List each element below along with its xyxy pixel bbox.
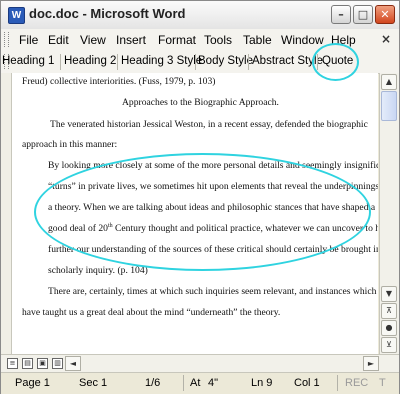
previous-page-icon[interactable]: ⊼ bbox=[381, 303, 397, 319]
vertical-scrollbar[interactable]: ▲ ▼ ⊼ ● ⊻ bbox=[379, 73, 399, 354]
menu-format[interactable]: Format bbox=[158, 33, 196, 47]
menu-window[interactable]: Window bbox=[281, 33, 324, 47]
status-section: Sec 1 bbox=[79, 377, 108, 389]
status-line: Ln 9 bbox=[251, 377, 273, 389]
normal-view-icon[interactable]: ≡ bbox=[7, 358, 18, 369]
doc-line: have taught us a great deal about the mi… bbox=[22, 307, 281, 318]
style-heading-2[interactable]: Heading 2 bbox=[64, 55, 116, 67]
status-page-of: 1/6 bbox=[145, 377, 161, 389]
status-rec[interactable]: REC bbox=[345, 377, 368, 389]
status-page: Page 1 bbox=[15, 377, 50, 389]
title-bar: W doc.doc - Microsoft Word – □ ✕ bbox=[1, 1, 399, 30]
style-heading-1[interactable]: Heading 1 bbox=[2, 55, 54, 67]
quote-text: good deal of 20 bbox=[48, 223, 108, 235]
status-trk[interactable]: T bbox=[379, 377, 386, 389]
select-browse-object-icon[interactable]: ● bbox=[381, 320, 397, 336]
menu-view[interactable]: View bbox=[80, 33, 106, 47]
menu-tools[interactable]: Tools bbox=[204, 33, 232, 47]
horizontal-scrollbar[interactable]: ≡ ▤ ▣ ▥ ◄ ► bbox=[1, 354, 399, 373]
doc-heading: Approaches to the Biographic Approach. bbox=[122, 97, 279, 108]
doc-line: approach in this manner: bbox=[22, 139, 118, 150]
style-abstract[interactable]: Abstract Style bbox=[252, 55, 323, 67]
window-title: doc.doc - Microsoft Word bbox=[29, 6, 186, 21]
scroll-up-icon[interactable]: ▲ bbox=[381, 74, 397, 90]
doc-line: Freud) collective interiorities. (Fuss, … bbox=[22, 76, 216, 87]
toolbar-separator bbox=[117, 54, 118, 70]
close-document-icon[interactable]: × bbox=[381, 32, 391, 46]
style-quote[interactable]: Quote bbox=[322, 55, 353, 67]
toolbar-separator bbox=[248, 54, 249, 70]
quote-line: further our understanding of the sources… bbox=[48, 244, 378, 255]
style-toolbar: Heading 1 Heading 2 Heading 3 Style Body… bbox=[1, 51, 399, 74]
toolbar-separator bbox=[60, 54, 61, 70]
toolbar-separator bbox=[317, 54, 318, 70]
menu-insert[interactable]: Insert bbox=[116, 33, 146, 47]
status-divider bbox=[183, 375, 184, 391]
quote-line: good deal of 20th Century thought and po… bbox=[48, 223, 378, 234]
status-at-value: 4" bbox=[208, 377, 219, 389]
quote-line: By looking more closely at some of the m… bbox=[48, 160, 378, 171]
maximize-button[interactable]: □ bbox=[353, 5, 373, 24]
quote-text: Century thought and political practice, … bbox=[112, 223, 378, 235]
menu-edit[interactable]: Edit bbox=[48, 33, 69, 47]
vertical-ruler bbox=[1, 73, 12, 354]
web-layout-icon[interactable]: ▤ bbox=[22, 358, 33, 369]
print-layout-icon[interactable]: ▣ bbox=[37, 358, 48, 369]
menu-grip-handle[interactable] bbox=[4, 32, 9, 47]
scroll-left-icon[interactable]: ◄ bbox=[65, 356, 81, 371]
quote-line: a theory. When we are talking about idea… bbox=[48, 202, 376, 213]
menu-help[interactable]: Help bbox=[331, 33, 356, 47]
scroll-right-icon[interactable]: ► bbox=[363, 356, 379, 371]
word-window: W doc.doc - Microsoft Word – □ ✕ File Ed… bbox=[0, 0, 400, 394]
scroll-thumb[interactable] bbox=[381, 91, 397, 121]
doc-line: There are, certainly, times at which suc… bbox=[48, 286, 377, 297]
close-button[interactable]: ✕ bbox=[375, 5, 395, 24]
next-page-icon[interactable]: ⊻ bbox=[381, 337, 397, 353]
menu-file[interactable]: File bbox=[19, 33, 38, 47]
quote-line: “turns” in private lives, we sometimes h… bbox=[48, 181, 378, 192]
menu-table[interactable]: Table bbox=[243, 33, 272, 47]
minimize-button[interactable]: – bbox=[331, 5, 351, 24]
status-column: Col 1 bbox=[294, 377, 320, 389]
status-bar: Page 1 Sec 1 1/6 At 4" Ln 9 Col 1 REC T bbox=[1, 372, 399, 394]
scroll-down-icon[interactable]: ▼ bbox=[381, 286, 397, 302]
status-divider bbox=[337, 375, 338, 391]
toolbar-separator bbox=[195, 54, 196, 70]
outline-view-icon[interactable]: ▥ bbox=[52, 358, 63, 369]
word-app-icon[interactable]: W bbox=[8, 7, 25, 24]
style-heading-3[interactable]: Heading 3 Style bbox=[121, 55, 202, 67]
doc-line: The venerated historian Jessical Weston,… bbox=[50, 119, 368, 130]
status-at-label: At bbox=[190, 377, 201, 389]
menu-bar: File Edit View Insert Format Tools Table… bbox=[1, 29, 399, 52]
document-page[interactable]: Freud) collective interiorities. (Fuss, … bbox=[12, 73, 378, 354]
style-body[interactable]: Body Style bbox=[198, 55, 253, 67]
quote-line: scholarly inquiry. (p. 104) bbox=[48, 265, 148, 276]
